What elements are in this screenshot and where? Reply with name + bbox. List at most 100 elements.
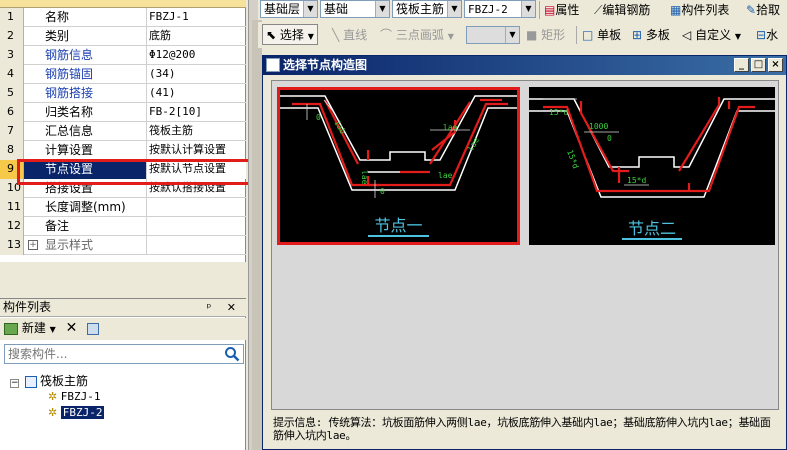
water-button[interactable]: ⊟水: [756, 25, 778, 45]
tree-item-label: FBZJ-1: [60, 390, 101, 403]
tree-item-fbzj-1[interactable]: ✲ FBZJ-1: [48, 389, 100, 405]
gear-icon: ✲: [48, 390, 58, 403]
rect-button[interactable]: ■ 矩形: [526, 25, 565, 45]
property-value[interactable]: Φ12@200: [147, 46, 246, 65]
layer-select[interactable]: 基础层 ▼: [260, 0, 318, 18]
node-1-label-text: 节点一: [368, 216, 429, 237]
line-icon: ╲: [332, 28, 340, 42]
expand-icon[interactable]: +: [28, 240, 38, 250]
pick-label: 拾取: [756, 3, 781, 17]
dim-label: lae: [360, 170, 369, 185]
component-search-input[interactable]: [5, 345, 215, 363]
property-value[interactable]: FBZJ-1: [147, 8, 246, 27]
close-button[interactable]: ×: [768, 58, 783, 72]
property-row[interactable]: 7 汇总信息 筏板主筋: [0, 122, 246, 141]
property-row[interactable]: 13 + 显示样式: [0, 236, 246, 255]
item-select[interactable]: FBZJ-2 ▼: [464, 0, 536, 18]
node-2-label-text: 节点二: [621, 219, 682, 240]
node-2-label: 节点二: [529, 215, 775, 240]
property-value[interactable]: [147, 217, 246, 236]
property-value[interactable]: [147, 198, 246, 217]
property-row[interactable]: 2 类别 底筋: [0, 27, 246, 46]
line-button[interactable]: ╲ 直线: [332, 25, 367, 45]
property-row[interactable]: 1 名称 FBZJ-1: [0, 8, 246, 27]
category-select[interactable]: 基础 ▼: [320, 0, 390, 18]
property-row[interactable]: 4 钢筋锚固 (34): [0, 65, 246, 84]
component-list-button[interactable]: ▦构件列表: [670, 0, 729, 20]
dim-label: 15*d: [627, 176, 646, 185]
hint-info: 提示信息: 传统算法：坑板面筋伸入两侧lae，坑板底筋伸入基础内lae；基础底筋…: [273, 416, 778, 442]
copy-icon[interactable]: [87, 322, 100, 335]
hint-text: 传统算法：坑板面筋伸入两侧lae，坑板底筋伸入基础内lae；基础底筋伸入坑内la…: [273, 416, 771, 442]
property-value[interactable]: 底筋: [147, 27, 246, 46]
minimize-button[interactable]: _: [734, 58, 749, 72]
single-slab-icon: □: [582, 28, 594, 42]
property-row[interactable]: 11 长度调整(mm): [0, 198, 246, 217]
new-component-button[interactable]: 新建: [22, 321, 46, 335]
tree-root-label: 筏板主筋: [40, 374, 89, 388]
node-1-label: 节点一: [280, 212, 517, 237]
property-value[interactable]: (34): [147, 65, 246, 84]
property-row[interactable]: 5 钢筋搭接 (41): [0, 84, 246, 103]
tree-item-fbzj-2[interactable]: ✲ FBZJ-2: [48, 405, 105, 421]
dim-label: 0: [380, 187, 385, 196]
node-option-2[interactable]: 15*d 1000 15*d 15*d 0 节点二: [529, 87, 775, 245]
property-value[interactable]: 筏板主筋: [147, 122, 246, 141]
property-value[interactable]: 按默认计算设置: [147, 141, 246, 160]
delete-icon[interactable]: ✕: [66, 320, 78, 336]
app-window: { "property_grid": { "header": {"name_co…: [0, 0, 787, 450]
node-option-1[interactable]: 0 1ab lae lae lae lae 0 节点一: [277, 87, 520, 245]
property-name-text: 钢筋搭接: [45, 86, 94, 100]
custom-button[interactable]: ◁ 自定义 ▼: [682, 25, 741, 45]
edit-rebar-button[interactable]: ⟋编辑钢筋: [594, 0, 650, 20]
property-value[interactable]: [147, 236, 246, 255]
dim-label: 15*d: [565, 149, 580, 170]
tree-collapse-icon[interactable]: −: [10, 379, 19, 388]
node-2-diagram: 15*d 1000 15*d 15*d 0: [529, 97, 775, 198]
arc-button[interactable]: ⌒ 三点画弧 ▼: [380, 25, 454, 45]
property-row-number: 4: [0, 65, 24, 84]
chevron-down-icon: ▼: [734, 32, 742, 41]
property-name-text: 长度调整(mm): [45, 200, 126, 214]
property-row[interactable]: 3 钢筋信息 Φ12@200: [0, 46, 246, 65]
panel-pin-close-icons[interactable]: ᵖ ✕: [207, 299, 242, 316]
maximize-button[interactable]: □: [751, 58, 766, 72]
left-toolbar-strip: [252, 20, 262, 450]
multi-slab-label: 多板: [645, 28, 670, 42]
property-row[interactable]: 8 计算设置 按默认计算设置: [0, 141, 246, 160]
dim-label: 1000: [589, 122, 608, 131]
arc-option-select[interactable]: ▼: [466, 26, 520, 44]
dialog-title-bar[interactable]: 选择节点构造图 _ □ ×: [263, 56, 786, 75]
node-gallery: 0 1ab lae lae lae lae 0 节点一 15*d 1000 15…: [271, 80, 779, 410]
component-list-panel: 构件列表 ᵖ ✕ 新建 ▼ ✕ − 筏板主筋 ✲ FBZJ-1 ✲ FBZJ-2: [0, 298, 246, 450]
tree-root-node[interactable]: − 筏板主筋: [10, 373, 88, 389]
select-button[interactable]: ⬉ 选择 ▼: [262, 24, 318, 45]
item-value: FBZJ-2: [468, 3, 508, 16]
arc-icon: ⌒: [380, 28, 393, 42]
type-select[interactable]: 筏板主筋 ▼: [392, 0, 462, 18]
property-name-text: 备注: [45, 219, 70, 233]
pick-button[interactable]: ✎拾取: [746, 0, 780, 20]
chevron-down-icon: ▼: [521, 1, 535, 17]
property-name: 长度调整(mm): [24, 198, 147, 217]
single-slab-button[interactable]: □ 单板: [582, 25, 621, 45]
selection-highlight-box: [17, 159, 251, 185]
chevron-down-icon[interactable]: ▼: [50, 325, 56, 334]
pick-icon: ✎: [746, 3, 757, 17]
layer-value: 基础层: [264, 2, 301, 16]
dialog-app-icon: [266, 58, 280, 72]
property-row[interactable]: 6 归类名称 FB-2[10]: [0, 103, 246, 122]
search-icon[interactable]: [224, 346, 240, 362]
properties-button[interactable]: ▤属性: [544, 0, 579, 20]
property-row[interactable]: 12 备注: [0, 217, 246, 236]
property-name-text: 钢筋锚固: [45, 67, 94, 81]
property-value[interactable]: (41): [147, 84, 246, 103]
property-name-text: 计算设置: [45, 143, 94, 157]
multi-slab-button[interactable]: ⊞ 多板: [632, 25, 670, 45]
property-name: 备注: [24, 217, 147, 236]
property-name-text: 显示样式: [45, 238, 94, 252]
property-value[interactable]: FB-2[10]: [147, 103, 246, 122]
property-name-text: 归类名称: [45, 105, 94, 119]
custom-label: 自定义: [695, 28, 732, 42]
new-component-icon: [4, 322, 18, 335]
